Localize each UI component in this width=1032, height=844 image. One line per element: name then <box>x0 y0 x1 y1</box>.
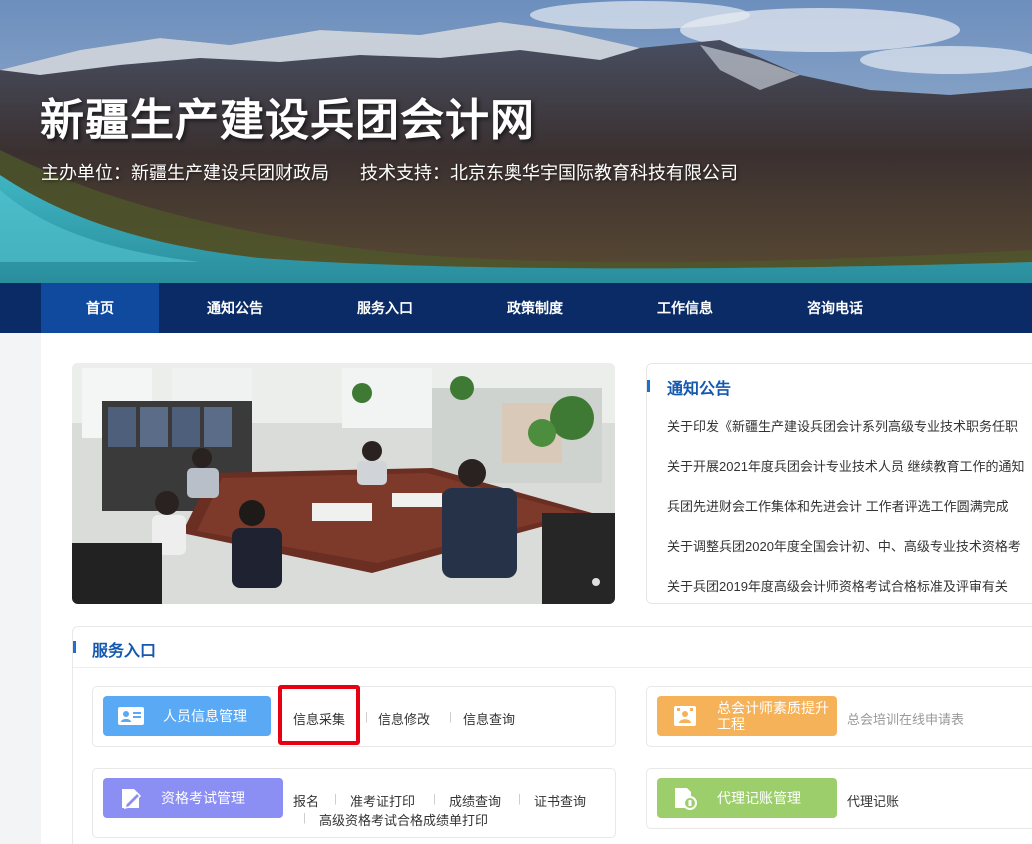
header-banner: 新疆生产建设兵团会计网 主办单位：新疆生产建设兵团财政局 技术支持：北京东奥华宇… <box>0 0 1032 283</box>
host-organization: 主办单位：新疆生产建设兵团财政局 <box>41 163 329 183</box>
chief-training-link[interactable]: 总会培训在线申请表 <box>847 709 964 728</box>
meeting-room-image <box>72 363 615 604</box>
carousel-indicator[interactable] <box>592 578 600 586</box>
technical-support: 技术支持：北京东奥华宇国际教育科技有限公司 <box>360 163 739 183</box>
exam-management-button[interactable]: 资格考试管理 <box>103 778 283 818</box>
separator: | <box>334 793 337 805</box>
certificate-icon <box>674 706 696 726</box>
service-accent-bar <box>73 641 76 653</box>
site-title: 新疆生产建设兵团会计网 <box>40 96 535 145</box>
notice-panel: 通知公告 关于印发《新疆生产建设兵团会计系列高级专业技术职务任职 关于开展202… <box>646 363 1032 604</box>
separator: | <box>518 793 521 805</box>
notice-item[interactable]: 关于调整兵团2020年度全国会计初、中、高级专业技术资格考 <box>667 536 1021 555</box>
info-modify-link[interactable]: 信息修改 <box>378 709 430 728</box>
separator: | <box>365 711 368 723</box>
chief-accountant-label: 总会计师素质提升工程 <box>717 700 829 732</box>
nav-item-notices[interactable]: 通知公告 <box>176 283 294 333</box>
certificate-query-link[interactable]: 证书查询 <box>534 791 586 810</box>
agency-bookkeeping-link[interactable]: 代理记账 <box>847 791 899 810</box>
register-link[interactable]: 报名 <box>293 791 319 810</box>
personnel-management-label: 人员信息管理 <box>163 708 247 724</box>
nav-item-home[interactable]: 首页 <box>41 283 159 333</box>
service-title: 服务入口 <box>92 643 157 660</box>
exam-management-label: 资格考试管理 <box>161 790 245 806</box>
site-subtitle: 主办单位：新疆生产建设兵团财政局 技术支持：北京东奥华宇国际教育科技有限公司 <box>41 159 738 185</box>
id-card-icon <box>118 707 144 725</box>
nav-item-work-info[interactable]: 工作信息 <box>626 283 744 333</box>
notice-item[interactable]: 关于开展2021年度兵团会计专业技术人员 继续教育工作的通知 <box>667 456 1025 475</box>
nav-item-services[interactable]: 服务入口 <box>326 283 444 333</box>
agency-management-button[interactable]: 代理记账管理 <box>657 778 837 818</box>
score-query-link[interactable]: 成绩查询 <box>449 791 501 810</box>
chief-accountant-card: 总会计师素质提升工程 总会培训在线申请表 <box>646 686 1032 747</box>
personnel-management-button[interactable]: 人员信息管理 <box>103 696 271 736</box>
service-divider <box>73 667 1032 668</box>
nav-item-hotline[interactable]: 咨询电话 <box>776 283 894 333</box>
agency-card: 代理记账管理 代理记账 <box>646 768 1032 829</box>
nav-item-policies[interactable]: 政策制度 <box>476 283 594 333</box>
exam-card: 资格考试管理 报名 | 准考证打印 | 成绩查询 | 证书查询 | 高级资格考试… <box>92 768 616 838</box>
highlight-box <box>278 685 360 745</box>
admission-ticket-link[interactable]: 准考证打印 <box>350 791 415 810</box>
main-nav: 首页 通知公告 服务入口 政策制度 工作信息 咨询电话 <box>0 283 1032 333</box>
notice-accent-bar <box>647 380 650 392</box>
pen-document-icon <box>122 789 142 810</box>
separator: | <box>449 711 452 723</box>
chief-accountant-button[interactable]: 总会计师素质提升工程 <box>657 696 837 736</box>
separator: | <box>433 793 436 805</box>
agency-management-label: 代理记账管理 <box>717 790 801 806</box>
separator: | <box>303 812 306 824</box>
notice-item[interactable]: 关于印发《新疆生产建设兵团会计系列高级专业技术职务任职 <box>667 416 1018 435</box>
info-query-link[interactable]: 信息查询 <box>463 709 515 728</box>
notice-title[interactable]: 通知公告 <box>667 375 731 399</box>
notice-item[interactable]: 兵团先进财会工作集体和先进会计 工作者评选工作圆满完成 <box>667 496 1009 515</box>
notice-item[interactable]: 关于兵团2019年度高级会计师资格考试合格标准及评审有关 <box>667 576 1008 595</box>
meeting-photo[interactable] <box>72 363 615 604</box>
agency-gear-icon <box>675 788 697 810</box>
score-report-print-link[interactable]: 高级资格考试合格成绩单打印 <box>319 810 488 829</box>
